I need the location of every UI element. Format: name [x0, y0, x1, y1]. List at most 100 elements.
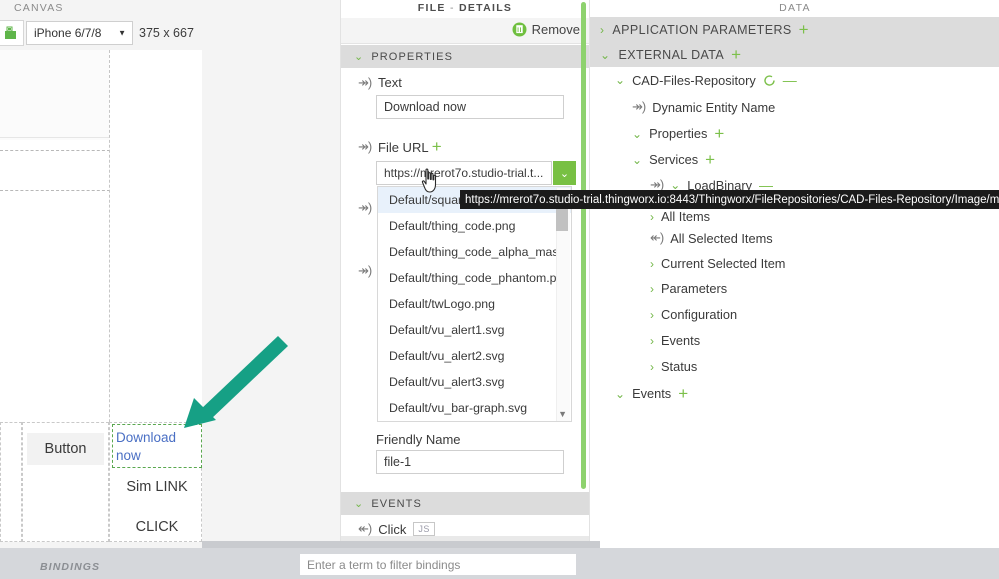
dropdown-item[interactable]: Default/vu_bar-graph.svg: [378, 395, 571, 421]
binding-arrow-left-icon[interactable]: ↞): [358, 521, 372, 537]
tree-row-label: All Items: [661, 209, 711, 224]
chevron-right-icon[interactable]: ›: [650, 210, 654, 224]
binding-arrow-icon[interactable]: ↠): [358, 139, 372, 155]
dropdown-scrollbar[interactable]: ▼: [556, 188, 570, 421]
tree-row[interactable]: › Configuration: [650, 307, 737, 322]
friendly-name-label: Friendly Name: [376, 432, 461, 447]
upload-icon: [5, 26, 16, 39]
add-icon[interactable]: +: [705, 151, 715, 168]
refresh-icon[interactable]: [763, 74, 776, 87]
tree-row-label: Services: [649, 152, 699, 167]
section-external-data[interactable]: ⌄ EXTERNAL DATA +: [590, 42, 999, 67]
chevron-down-icon[interactable]: ⌄: [632, 127, 642, 141]
tree-row-label: Events: [632, 386, 672, 401]
tree-row[interactable]: ↠) Dynamic Entity Name: [632, 99, 775, 115]
js-badge[interactable]: JS: [413, 522, 435, 536]
canvas-dimensions: 375 x 667: [139, 26, 194, 40]
friendly-name-input[interactable]: file-1: [376, 450, 564, 474]
text-field-input[interactable]: Download now: [376, 95, 564, 119]
fileurl-input[interactable]: https://mrerot7o.studio-trial.t...: [376, 161, 552, 185]
tree-row[interactable]: ⌄ CAD-Files-Repository —: [615, 72, 797, 88]
tree-row[interactable]: ⌄ Services +: [632, 151, 715, 168]
section-events-label: EVENTS: [371, 497, 422, 510]
chevron-right-icon[interactable]: ›: [650, 360, 654, 374]
add-icon[interactable]: +: [714, 125, 724, 142]
tree-row-label: CAD-Files-Repository: [632, 72, 756, 88]
canvas-widget-sim-link[interactable]: Sim LINK: [112, 472, 202, 502]
canvas-widget-click[interactable]: CLICK: [112, 512, 202, 542]
canvas-widget-link-selected[interactable]: Download now: [112, 424, 202, 468]
binding-arrow-left-icon[interactable]: ↞): [650, 230, 664, 246]
canvas-widget-button[interactable]: Button: [27, 433, 104, 465]
section-application-parameters[interactable]: › APPLICATION PARAMETERS +: [590, 17, 999, 42]
chevron-right-icon[interactable]: ›: [650, 334, 654, 348]
upload-icon-button[interactable]: [0, 20, 24, 46]
dropdown-item[interactable]: Default/twLogo.png: [378, 291, 571, 317]
remove-icon[interactable]: —: [783, 72, 797, 88]
chevron-right-icon: ›: [600, 22, 605, 37]
chevron-down-icon: ⌄: [354, 498, 365, 510]
tree-row[interactable]: ⌄ Properties +: [632, 125, 724, 142]
canvas-widget-link-label: Download now: [116, 430, 177, 463]
url-tooltip: https://mrerot7o.studio-trial.thingworx.…: [460, 190, 999, 209]
device-select[interactable]: iPhone 6/7/8 ▼: [26, 21, 133, 45]
tree-row[interactable]: › Events: [650, 333, 700, 348]
trash-icon: [512, 22, 527, 37]
chevron-down-icon: ⌄: [354, 51, 365, 63]
details-title-main: FILE: [417, 2, 446, 14]
device-select-value: iPhone 6/7/8: [34, 26, 102, 40]
fileurl-dropdown-toggle[interactable]: ⌄: [553, 161, 576, 185]
remove-button[interactable]: Remove: [512, 22, 580, 37]
details-title-sep: -: [449, 2, 455, 14]
tree-row[interactable]: ⌄ Events +: [615, 385, 688, 402]
data-panel-title: DATA: [779, 2, 811, 14]
binding-arrow-icon[interactable]: ↠): [358, 200, 372, 216]
tree-row[interactable]: › Current Selected Item: [650, 256, 785, 271]
chevron-down-icon[interactable]: ⌄: [615, 73, 625, 87]
chevron-down-icon[interactable]: ▼: [558, 409, 567, 419]
chevron-down-icon: ▼: [118, 28, 126, 38]
binding-arrow-icon[interactable]: ↠): [632, 99, 646, 115]
section-properties[interactable]: ⌄ PROPERTIES: [341, 45, 589, 68]
tree-row-label: Events: [661, 333, 701, 348]
add-fileurl-icon[interactable]: +: [432, 137, 442, 156]
details-scrollbar[interactable]: [581, 2, 586, 489]
tree-row-label: Current Selected Item: [661, 256, 786, 271]
dropdown-item[interactable]: Default/vu_alert3.svg: [378, 369, 571, 395]
dropdown-item[interactable]: Default/thing_code_phantom.p...: [378, 265, 571, 291]
tree-row[interactable]: › All Items: [650, 209, 710, 224]
tree-row[interactable]: › Parameters: [650, 281, 727, 296]
bindings-filter-input[interactable]: Enter a term to filter bindings: [300, 554, 576, 575]
binding-arrow-icon[interactable]: ↠): [358, 75, 372, 91]
tree-row-label: Parameters: [661, 281, 728, 296]
chevron-down-icon[interactable]: ⌄: [615, 387, 625, 401]
add-external-data-icon[interactable]: +: [731, 45, 741, 65]
dropdown-item[interactable]: Default/vu_alert1.svg: [378, 317, 571, 343]
chevron-down-icon[interactable]: ⌄: [632, 153, 642, 167]
dropdown-item[interactable]: Default/thing_code.png: [378, 213, 571, 239]
add-icon[interactable]: +: [678, 385, 688, 402]
canvas-cell[interactable]: [0, 422, 22, 542]
chevron-right-icon[interactable]: ›: [650, 282, 654, 296]
application-parameters-label: APPLICATION PARAMETERS: [612, 22, 792, 37]
fileurl-dropdown-list[interactable]: Default/square... Default/thing_code.png D…: [377, 186, 572, 422]
cursor-pointer-icon: [421, 168, 437, 193]
section-events[interactable]: ⌄ EVENTS: [341, 492, 589, 515]
dropdown-item[interactable]: Default/vu_alert2.svg: [378, 343, 571, 369]
tree-row-label: Configuration: [661, 307, 738, 322]
event-click-row[interactable]: ↞) Click JS: [358, 521, 435, 537]
fileurl-input-group: https://mrerot7o.studio-trial.t... ✕ ⌄: [376, 161, 576, 185]
chevron-right-icon[interactable]: ›: [650, 308, 654, 322]
text-field-label: Text: [378, 75, 402, 90]
canvas-panel: CANVAS iPhone 6/7/8 ▼ 375 x 667 Button D…: [0, 0, 340, 579]
event-click-label: Click: [378, 521, 407, 537]
add-application-parameter-icon[interactable]: +: [799, 20, 809, 40]
binding-arrow-icon[interactable]: ↠): [358, 263, 372, 279]
tree-row[interactable]: ↞) All Selected Items: [650, 230, 773, 246]
details-panel-title: FILE - DETAILS: [341, 2, 589, 14]
dropdown-item[interactable]: Default/thing_code_alpha_mas...: [378, 239, 571, 265]
chevron-right-icon[interactable]: ›: [650, 257, 654, 271]
tree-row[interactable]: › Status: [650, 359, 697, 374]
tree-row-label: Dynamic Entity Name: [652, 99, 776, 115]
canvas-gridline: [0, 137, 109, 138]
